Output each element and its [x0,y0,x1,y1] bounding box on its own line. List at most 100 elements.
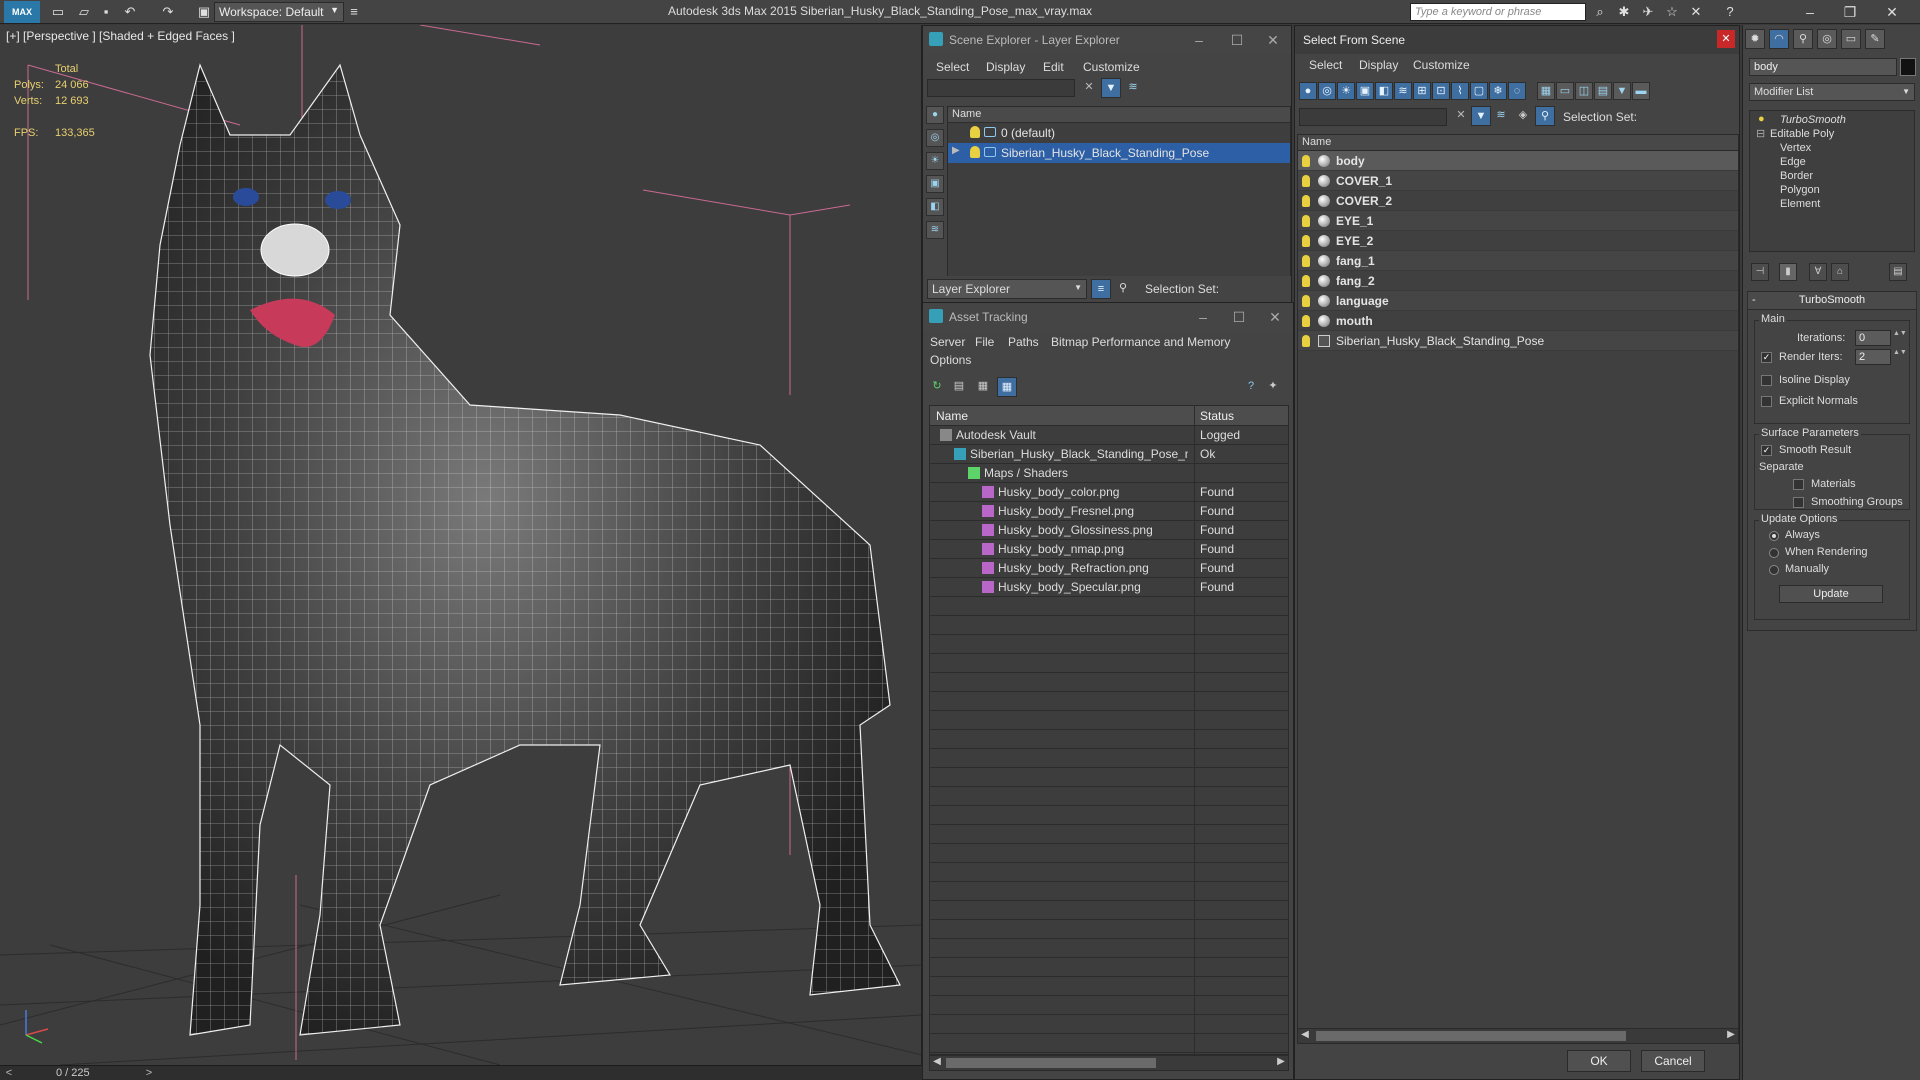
select-search-input[interactable] [1299,108,1447,126]
scroll-left-icon[interactable]: ◀ [930,1056,944,1067]
lightbulb-icon[interactable] [1302,255,1310,267]
maximize-icon[interactable]: ☐ [1223,30,1251,50]
isoline-display-checkbox[interactable] [1761,375,1772,386]
project-folder-icon[interactable]: ▣ [196,4,212,20]
smoothing-groups-checkbox[interactable] [1793,497,1804,508]
time-next-button[interactable]: > [142,1066,156,1080]
stack-turbosmooth[interactable]: TurboSmooth [1780,114,1846,126]
display-tab-icon[interactable]: ▭ [1841,29,1861,49]
refresh-icon[interactable]: ↻ [927,377,947,397]
hidden-filter-icon[interactable]: ◌ [1508,82,1526,100]
lightbulb-icon[interactable] [1302,315,1310,327]
scene-object-row[interactable]: mouth [1298,311,1738,331]
find-case-icon[interactable]: ≋ [1491,106,1511,126]
binoculars-icon[interactable]: ⌕ [1592,4,1608,20]
lightbulb-icon[interactable] [1302,275,1310,287]
pin-stack-icon[interactable]: ⊣ [1751,263,1769,281]
menu-customize[interactable]: Customize [1083,60,1140,74]
clear-search-icon[interactable]: ✕ [1079,78,1099,98]
asset-row[interactable]: Maps / Shaders [930,464,1288,483]
cancel-button[interactable]: Cancel [1641,1050,1705,1072]
minimize-icon[interactable]: – [1790,2,1830,22]
perspective-viewport[interactable]: [+] [Perspective ] [Shaded + Edged Faces… [0,25,922,1065]
clear-search-icon[interactable]: ✕ [1451,106,1471,126]
smooth-result-checkbox[interactable]: ✓ [1761,445,1772,456]
make-unique-icon[interactable]: ∀ [1809,263,1827,281]
redo-icon[interactable]: ↷ [160,4,176,20]
restore-icon[interactable]: ❐ [1830,2,1870,22]
layer-row-husky[interactable]: ▶ Siberian_Husky_Black_Standing_Pose [948,143,1290,163]
light-filter-icon[interactable]: ☀ [1337,82,1355,100]
object-name-input[interactable]: body [1749,58,1897,76]
shape-filter-icon[interactable]: ◎ [1318,82,1336,100]
display-cameras-icon[interactable]: ▣ [926,175,944,193]
sort-icon[interactable]: ▼ [1613,82,1631,100]
scene-explorer-search-input[interactable] [927,79,1075,97]
open-file-icon[interactable]: ▱ [76,4,92,20]
scene-object-row[interactable]: language [1298,291,1738,311]
menu-bitmap-performance[interactable]: Bitmap Performance and Memory [1051,335,1230,349]
object-list-horizontal-scrollbar[interactable]: ◀ ▶ [1297,1028,1739,1044]
layers-icon[interactable]: ◈ [1513,106,1533,126]
menu-customize[interactable]: Customize [1413,58,1470,72]
scene-object-row[interactable]: COVER_2 [1298,191,1738,211]
lightbulb-icon[interactable] [1302,295,1310,307]
sort-by-layer-icon[interactable]: ≡ [1091,279,1111,299]
update-button[interactable]: Update [1779,585,1883,603]
stack-editable-poly[interactable]: Editable Poly [1770,128,1834,140]
viewport-label[interactable]: [+] [Perspective ] [Shaded + Edged Faces… [6,29,235,43]
menu-display[interactable]: Display [1359,58,1398,72]
render-iters-checkbox[interactable]: ✓ [1761,352,1772,363]
layer-options-icon[interactable]: ≋ [1123,78,1143,98]
xref-filter-icon[interactable]: ⊡ [1432,82,1450,100]
stack-vertex[interactable]: Vertex [1780,142,1811,154]
scene-explorer-titlebar[interactable]: Scene Explorer - Layer Explorer – ☐ ✕ [923,26,1291,54]
lightbulb-icon[interactable] [1302,155,1310,167]
expand-arrow-icon[interactable]: ▶ [952,145,960,156]
filter-icon[interactable]: ▼ [1101,78,1121,98]
search-input[interactable]: Type a keyword or phrase [1410,3,1586,21]
menu-paths[interactable]: Paths [1008,335,1039,349]
menu-icon[interactable]: ≡ [346,4,362,20]
motion-tab-icon[interactable]: ◎ [1817,29,1837,49]
minimize-icon[interactable]: – [1189,307,1217,327]
rollout-header[interactable]: - TurboSmooth [1748,292,1916,310]
lightbulb-icon[interactable] [1302,235,1310,247]
ok-button[interactable]: OK [1567,1050,1631,1072]
stack-edge[interactable]: Edge [1780,156,1806,168]
stack-border[interactable]: Border [1780,170,1813,182]
asset-row[interactable]: Siberian_Husky_Black_Standing_Pose_max_v… [930,445,1288,464]
modifier-list-dropdown[interactable]: Modifier List ▼ [1749,83,1915,101]
select-from-scene-titlebar[interactable]: Select From Scene ✕ [1295,26,1739,54]
help-icon[interactable]: ? [1241,377,1261,397]
display-shapes-icon[interactable]: ◎ [926,129,944,147]
column-header-name[interactable]: Name [1298,135,1738,151]
asset-row[interactable]: Husky_body_nmap.png Found [930,540,1288,559]
column-header-name[interactable]: Name [948,107,1290,123]
display-helpers-icon[interactable]: ◧ [926,198,944,216]
collapse-icon[interactable]: ⊟ [1756,127,1765,140]
spinner-arrows-icon[interactable]: ▲▼ [1893,349,1907,365]
maximize-icon[interactable]: ☐ [1225,307,1253,327]
container-filter-icon[interactable]: ▢ [1470,82,1488,100]
group-filter-icon[interactable]: ⊞ [1413,82,1431,100]
time-prev-button[interactable]: < [2,1066,16,1080]
time-slider[interactable]: < 0 / 225 > [0,1065,922,1080]
columns-icon[interactable]: ▤ [1594,82,1612,100]
scroll-right-icon[interactable]: ▶ [1724,1029,1738,1040]
scrollbar-thumb[interactable] [1316,1031,1626,1041]
frozen-filter-icon[interactable]: ❄ [1489,82,1507,100]
collapse-all-icon[interactable]: ▬ [1632,82,1650,100]
menu-select[interactable]: Select [1309,58,1342,72]
when-rendering-radio[interactable] [1769,548,1779,558]
thumbnail-view-icon[interactable]: ▦ [973,377,993,397]
asset-tracking-titlebar[interactable]: Asset Tracking – ☐ ✕ [923,303,1293,331]
render-iters-spinner[interactable]: 2 [1855,349,1891,365]
stack-element[interactable]: Element [1780,198,1820,210]
scene-object-row[interactable]: body [1298,151,1738,171]
manually-radio[interactable] [1769,565,1779,575]
spinner-arrows-icon[interactable]: ▲▼ [1893,330,1907,346]
husky-model[interactable] [149,63,901,1036]
layer-row-default[interactable]: 0 (default) [948,123,1290,143]
menu-select[interactable]: Select [936,60,969,74]
